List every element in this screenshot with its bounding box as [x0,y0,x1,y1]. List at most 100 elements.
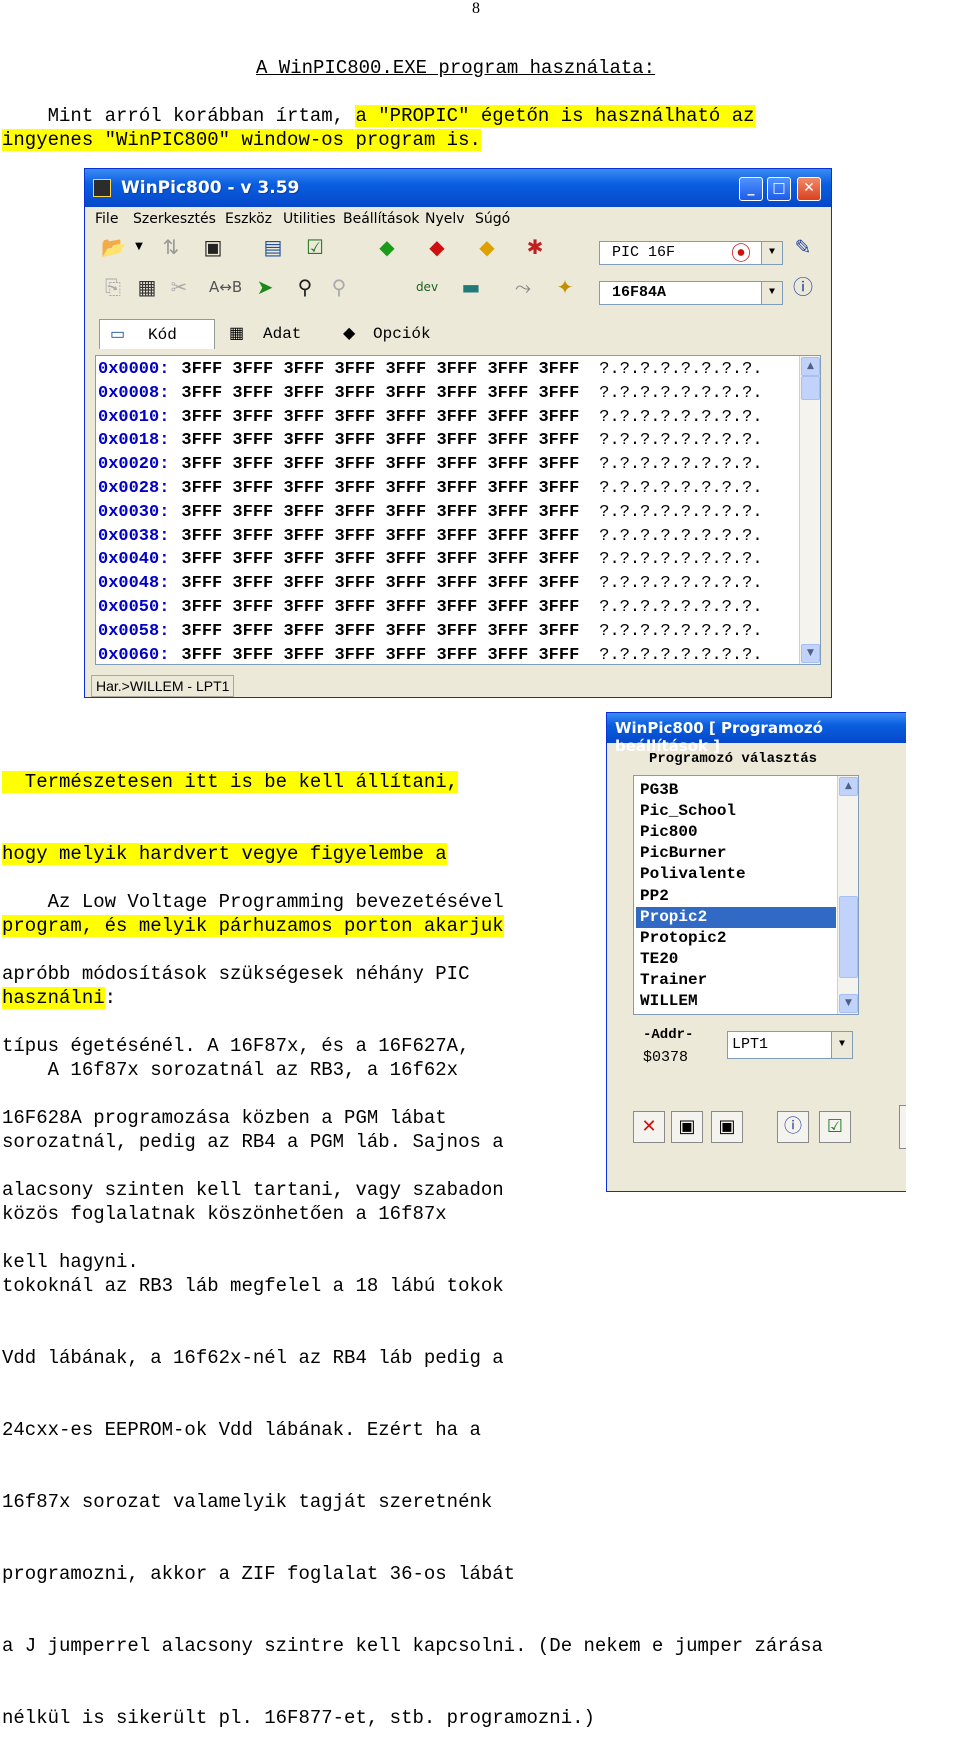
save-icon[interactable]: ▣ [201,235,225,259]
dev-icon[interactable]: dev [415,275,439,299]
hex-data[interactable]: 3FFF 3FFF 3FFF 3FFF 3FFF 3FFF 3FFF 3FFF [181,550,579,569]
programmer-item[interactable]: PP2 [636,886,836,907]
open-folder-icon[interactable]: 📂 [101,235,126,259]
intro-line-2: ingyenes "WinPIC800" window-os program i… [2,129,481,151]
verify-icon[interactable]: ◆ [475,235,499,259]
save-icon[interactable]: ▣ [711,1111,743,1143]
hex-row[interactable]: 0x0038: 3FFF 3FFF 3FFF 3FFF 3FFF 3FFF 3FF… [98,525,763,549]
list-scroll-up-icon[interactable]: ▲ [839,777,858,796]
list-scroll-thumb[interactable] [839,896,858,978]
cable-icon[interactable]: ⤳ [511,275,535,299]
cancel-x-icon[interactable]: ✕ [633,1111,665,1143]
title-bar[interactable]: WinPic800 - v 3.59 _ □ ✕ [85,169,831,207]
tab-options[interactable]: ◆ Opciók [341,319,451,349]
accept-icon[interactable]: ☑ [819,1111,851,1143]
info-icon[interactable]: ⓘ [777,1111,809,1143]
hex-data[interactable]: 3FFF 3FFF 3FFF 3FFF 3FFF 3FFF 3FFF 3FFF [181,360,579,379]
programmer-item[interactable]: Pic_School [636,801,836,822]
info-icon[interactable]: ⓘ [791,275,815,299]
family-combo[interactable]: PIC 16F ▼ [599,241,783,265]
chip-icon[interactable]: ✦ [553,275,577,299]
programmer-list[interactable]: PG3B Pic_School Pic800 PicBurner Polivalente… [633,775,859,1015]
check-doc-icon[interactable]: ☑ [303,235,327,259]
hex-scrollbar[interactable]: ▲ ▼ [799,356,820,664]
cursor-icon[interactable]: ➤ [253,275,277,299]
maximize-button[interactable]: □ [767,177,791,201]
hex-row[interactable]: 0x0050: 3FFF 3FFF 3FFF 3FFF 3FFF 3FFF 3FF… [98,596,763,620]
find-next-icon[interactable]: ⚲ [327,275,351,299]
menu-settings[interactable]: Beállítások [343,211,420,227]
menu-language[interactable]: Nyelv [425,211,465,227]
hex-row[interactable]: 0x0040: 3FFF 3FFF 3FFF 3FFF 3FFF 3FFF 3FF… [98,548,763,572]
hex-row[interactable]: 0x0030: 3FFF 3FFF 3FFF 3FFF 3FFF 3FFF 3FF… [98,501,763,525]
hex-data[interactable]: 3FFF 3FFF 3FFF 3FFF 3FFF 3FFF 3FFF 3FFF [181,384,579,403]
read-all-icon[interactable]: ◆ [375,235,399,259]
ab-compare-icon[interactable]: A↔B [209,275,242,299]
hex-data[interactable]: 3FFF 3FFF 3FFF 3FFF 3FFF 3FFF 3FFF 3FFF [181,574,579,593]
port-combo[interactable]: LPT1 ▼ [727,1031,853,1059]
close-button[interactable]: ✕ [797,177,821,201]
device-combo[interactable]: 16F84A ▼ [599,281,783,305]
port-combo-arrow-icon[interactable]: ▼ [831,1032,852,1058]
detect-device-icon[interactable]: ⦿ [729,241,753,265]
programmer-item[interactable]: PG3B [636,780,836,801]
programmer-item[interactable]: Trainer [636,970,836,991]
save-default-icon[interactable]: ▣ [671,1111,703,1143]
hex-data[interactable]: 3FFF 3FFF 3FFF 3FFF 3FFF 3FFF 3FFF 3FFF [181,622,579,641]
write-all-icon[interactable]: ◆ [425,235,449,259]
programmer-item[interactable]: WILLEM [636,991,836,1012]
tab-code[interactable]: ▭ Kód [99,319,215,349]
programmer-item[interactable]: Protopic2 [636,928,836,949]
family-combo-arrow-icon[interactable]: ▼ [761,242,782,264]
hex-row[interactable]: 0x0018: 3FFF 3FFF 3FFF 3FFF 3FFF 3FFF 3FF… [98,429,763,453]
programmer-item[interactable]: Pic800 [636,822,836,843]
cut-icon[interactable]: ✂ [167,275,191,299]
hex-row[interactable]: 0x0020: 3FFF 3FFF 3FFF 3FFF 3FFF 3FFF 3FF… [98,453,763,477]
programmer-item[interactable]: Propic2 [636,906,836,928]
hex-data[interactable]: 3FFF 3FFF 3FFF 3FFF 3FFF 3FFF 3FFF 3FFF [181,598,579,617]
hex-data[interactable]: 3FFF 3FFF 3FFF 3FFF 3FFF 3FFF 3FFF 3FFF [181,479,579,498]
settings-title-bar[interactable]: WinPic800 [ Programozó beállítások ] [607,713,906,755]
programmer-item[interactable]: Polivalente [636,864,836,885]
hex-row[interactable]: 0x0010: 3FFF 3FFF 3FFF 3FFF 3FFF 3FFF 3FF… [98,406,763,430]
programmer-select-label: Programozó választás [649,751,818,767]
programmer-item[interactable]: TE20 [636,949,836,970]
scroll-thumb[interactable] [801,376,820,400]
hex-data[interactable]: 3FFF 3FFF 3FFF 3FFF 3FFF 3FFF 3FFF 3FFF [181,646,579,664]
hex-row[interactable]: 0x0000: 3FFF 3FFF 3FFF 3FFF 3FFF 3FFF 3FF… [98,358,763,382]
device-combo-arrow-icon[interactable]: ▼ [761,282,782,304]
dropdown-arrow-icon[interactable]: ▼ [127,235,151,259]
erase-icon[interactable]: ✱ [523,235,547,259]
binoculars-icon[interactable]: ⚲ [293,275,317,299]
menu-file[interactable]: File [95,211,118,227]
hex-row[interactable]: 0x0028: 3FFF 3FFF 3FFF 3FFF 3FFF 3FFF 3FF… [98,477,763,501]
hex-view[interactable]: 0x0000: 3FFF 3FFF 3FFF 3FFF 3FFF 3FFF 3FF… [95,355,821,665]
hex-row[interactable]: 0x0060: 3FFF 3FFF 3FFF 3FFF 3FFF 3FFF 3FF… [98,644,763,664]
tab-bar: ▭ Kód ▦ Adat ◆ Opciók [85,315,831,351]
hex-row[interactable]: 0x0058: 3FFF 3FFF 3FFF 3FFF 3FFF 3FFF 3FF… [98,620,763,644]
reload-icon[interactable]: ⇅ [159,235,183,259]
paste-icon[interactable]: ▦ [135,275,159,299]
minimize-button[interactable]: _ [739,177,763,201]
book-icon[interactable]: ✎ [791,235,815,259]
hex-data[interactable]: 3FFF 3FFF 3FFF 3FFF 3FFF 3FFF 3FFF 3FFF [181,455,579,474]
programmer-list-scrollbar[interactable]: ▲ ▼ [837,776,858,1014]
menu-tools[interactable]: Eszköz [225,211,272,227]
hex-row[interactable]: 0x0008: 3FFF 3FFF 3FFF 3FFF 3FFF 3FFF 3FF… [98,382,763,406]
list-scroll-down-icon[interactable]: ▼ [839,994,858,1013]
scroll-down-icon[interactable]: ▼ [801,644,820,663]
copy-icon[interactable]: ⎘ [101,275,125,299]
menu-utilities[interactable]: Utilities [283,211,336,227]
menu-edit[interactable]: Szerkesztés [133,211,216,227]
hex-data[interactable]: 3FFF 3FFF 3FFF 3FFF 3FFF 3FFF 3FFF 3FFF [181,431,579,450]
hex-data[interactable]: 3FFF 3FFF 3FFF 3FFF 3FFF 3FFF 3FFF 3FFF [181,408,579,427]
tab-data[interactable]: ▦ Adat [225,319,335,349]
hex-data[interactable]: 3FFF 3FFF 3FFF 3FFF 3FFF 3FFF 3FFF 3FFF [181,503,579,522]
programmer-item[interactable]: PicBurner [636,843,836,864]
menu-help[interactable]: Súgó [475,211,510,227]
hex-row[interactable]: 0x0048: 3FFF 3FFF 3FFF 3FFF 3FFF 3FFF 3FF… [98,572,763,596]
screen-icon[interactable]: ▤ [261,235,285,259]
scroll-up-icon[interactable]: ▲ [801,357,820,376]
hardware-icon[interactable]: ▬ [459,275,483,299]
hex-data[interactable]: 3FFF 3FFF 3FFF 3FFF 3FFF 3FFF 3FFF 3FFF [181,527,579,546]
